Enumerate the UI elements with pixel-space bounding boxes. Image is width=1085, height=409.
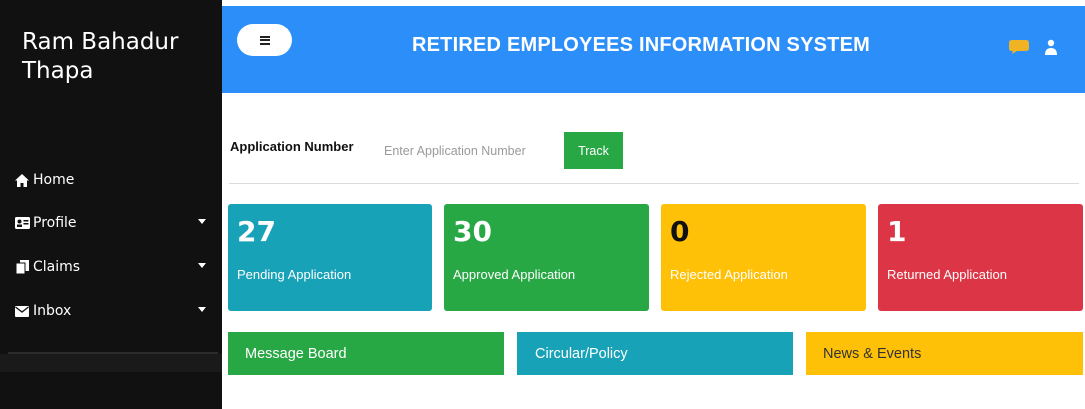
rejected-application-card[interactable]: 0 Rejected Application xyxy=(661,204,866,311)
hamburger-icon xyxy=(259,35,270,45)
envelope-icon xyxy=(14,303,30,319)
sidebar-item-home[interactable]: Home xyxy=(14,167,214,193)
sidebar-item-label: Profile xyxy=(33,215,77,231)
message-board-tile[interactable]: Message Board xyxy=(228,332,504,375)
sidebar-footer xyxy=(0,354,222,372)
returned-application-card[interactable]: 1 Returned Application xyxy=(878,204,1083,311)
menu-toggle-button[interactable] xyxy=(237,24,292,56)
circular-policy-tile[interactable]: Circular/Policy xyxy=(517,332,793,375)
approved-count: 30 xyxy=(453,215,492,248)
sidebar-item-label: Home xyxy=(33,172,75,188)
track-button[interactable]: Track xyxy=(564,132,623,169)
chevron-down-icon xyxy=(198,219,206,224)
application-number-input[interactable] xyxy=(376,136,558,166)
user-icon[interactable] xyxy=(1045,39,1057,55)
sidebar: Ram Bahadur Thapa Home Profile Claims In… xyxy=(0,0,222,409)
chat-icon[interactable] xyxy=(1009,39,1029,54)
application-number-label: Application Number xyxy=(230,139,354,154)
rejected-count: 0 xyxy=(670,215,690,248)
divider xyxy=(229,183,1079,184)
sidebar-item-claims[interactable]: Claims xyxy=(14,254,214,280)
page-title: RETIRED EMPLOYEES INFORMATION SYSTEM xyxy=(412,34,870,56)
sidebar-item-label: Claims xyxy=(33,259,81,275)
sidebar-item-label: Inbox xyxy=(33,303,72,319)
approved-label: Approved Application xyxy=(453,267,576,282)
rejected-label: Rejected Application xyxy=(670,267,788,282)
returned-count: 1 xyxy=(887,215,907,248)
pending-label: Pending Application xyxy=(237,267,352,282)
sidebar-item-profile[interactable]: Profile xyxy=(14,210,214,236)
news-events-tile[interactable]: News & Events xyxy=(806,332,1083,375)
returned-label: Returned Application xyxy=(887,267,1007,282)
home-icon xyxy=(14,172,30,188)
sidebar-item-inbox[interactable]: Inbox xyxy=(14,298,214,324)
documents-icon xyxy=(14,259,30,275)
chevron-down-icon xyxy=(198,307,206,312)
id-card-icon xyxy=(14,215,30,231)
chevron-down-icon xyxy=(198,263,206,268)
approved-application-card[interactable]: 30 Approved Application xyxy=(444,204,649,311)
pending-application-card[interactable]: 27 Pending Application xyxy=(228,204,432,311)
user-name: Ram Bahadur Thapa xyxy=(22,29,179,84)
top-header: RETIRED EMPLOYEES INFORMATION SYSTEM xyxy=(222,6,1085,93)
pending-count: 27 xyxy=(237,215,276,248)
